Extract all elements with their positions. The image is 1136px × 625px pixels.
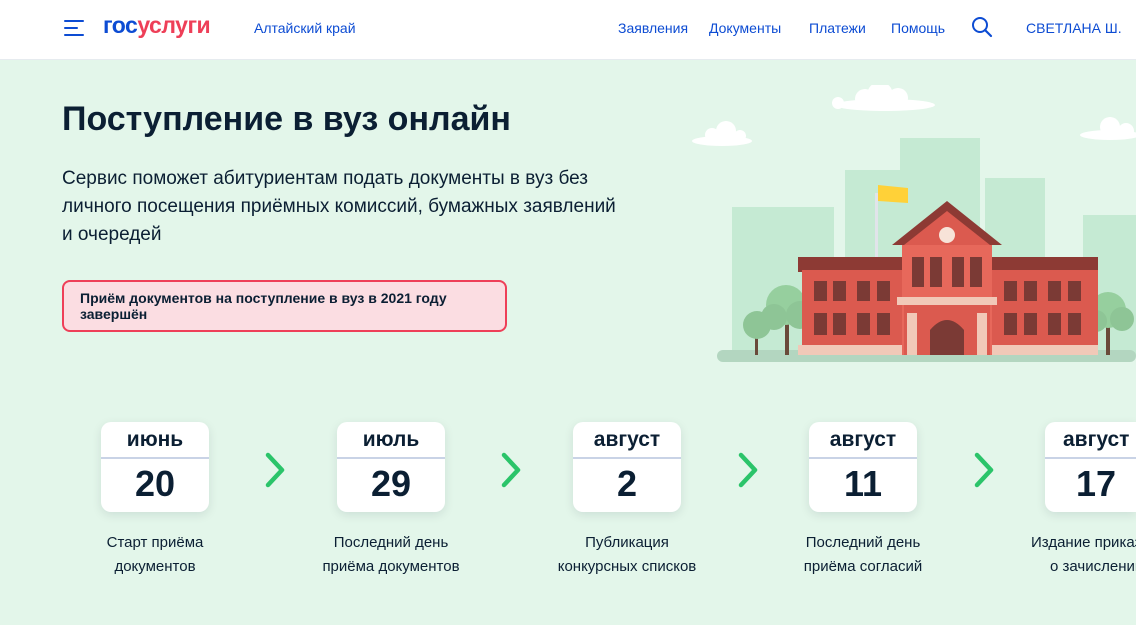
caption-line: Последний день: [333, 534, 449, 551]
nav-documents[interactable]: Документы: [709, 20, 781, 36]
caption-line: приёма согласий: [803, 558, 923, 575]
date-day: 29: [370, 463, 412, 504]
caption-line: конкурсных списков: [557, 558, 697, 575]
cloud-icon: [832, 85, 935, 111]
step-caption-1: Старт приёма документов: [55, 531, 255, 579]
logo-part-uslugi: услуги: [137, 12, 211, 38]
status-alert-text: Приём документов на поступление в вуз в …: [80, 290, 447, 322]
date-month: август: [1045, 422, 1136, 459]
date-day: 11: [843, 463, 883, 504]
nav-payments[interactable]: Платежи: [809, 20, 866, 36]
date-card-3: август 2: [573, 422, 681, 512]
date-month: август: [573, 422, 681, 459]
date-day: 2: [616, 463, 638, 504]
chevron-right-icon: [738, 452, 758, 488]
user-profile-link[interactable]: СВЕТЛАНА Ш.: [1026, 20, 1122, 36]
date-card-4: август 11: [809, 422, 917, 512]
date-month: июль: [337, 422, 445, 459]
logo-part-gos: гос: [103, 12, 138, 38]
caption-line: о зачислении: [1050, 558, 1136, 575]
status-alert: Приём документов на поступление в вуз в …: [62, 280, 507, 332]
menu-icon[interactable]: [64, 20, 84, 36]
step-caption-2: Последний день приёма документов: [291, 531, 491, 579]
page-description: Сервис поможет абитуриентам подать докум…: [62, 168, 616, 245]
top-header: госуслуги Алтайский край Заявления Докум…: [0, 0, 1136, 60]
nav-help[interactable]: Помощь: [891, 20, 945, 36]
caption-line: Старт приёма: [106, 534, 204, 551]
cloud-icon: [1080, 117, 1136, 140]
step-caption-4: Последний день приёма согласий: [763, 531, 963, 579]
date-card-5: август 17: [1045, 422, 1136, 512]
caption-line: Публикация: [585, 534, 669, 551]
caption-line: Издание приказа: [1031, 534, 1136, 551]
date-day: 17: [1076, 463, 1117, 504]
door-icon: [930, 320, 964, 355]
caption-line: Последний день: [805, 534, 921, 551]
date-card-2: июль 29: [337, 422, 445, 512]
nav-applications[interactable]: Заявления: [618, 20, 688, 36]
date-month: август: [809, 422, 917, 459]
chevron-right-icon: [501, 452, 521, 488]
page-title: Поступление в вуз онлайн: [62, 100, 511, 138]
search-icon[interactable]: [971, 16, 993, 38]
chevron-right-icon: [974, 452, 994, 488]
date-card-1: июнь 20: [101, 422, 209, 512]
date-day: 20: [134, 463, 176, 504]
flag-icon: [878, 185, 908, 203]
chevron-right-icon: [265, 452, 285, 488]
university-building-illustration: [692, 85, 1136, 362]
step-caption-5: Издание приказа о зачислении: [1000, 531, 1136, 579]
caption-line: приёма документов: [322, 558, 460, 575]
caption-line: документов: [114, 558, 196, 575]
region-selector[interactable]: Алтайский край: [254, 20, 356, 36]
cloud-icon: [692, 121, 752, 146]
gosuslugi-logo[interactable]: госуслуги: [103, 12, 211, 39]
date-month: июнь: [101, 422, 209, 459]
step-caption-3: Публикация конкурсных списков: [527, 531, 727, 579]
